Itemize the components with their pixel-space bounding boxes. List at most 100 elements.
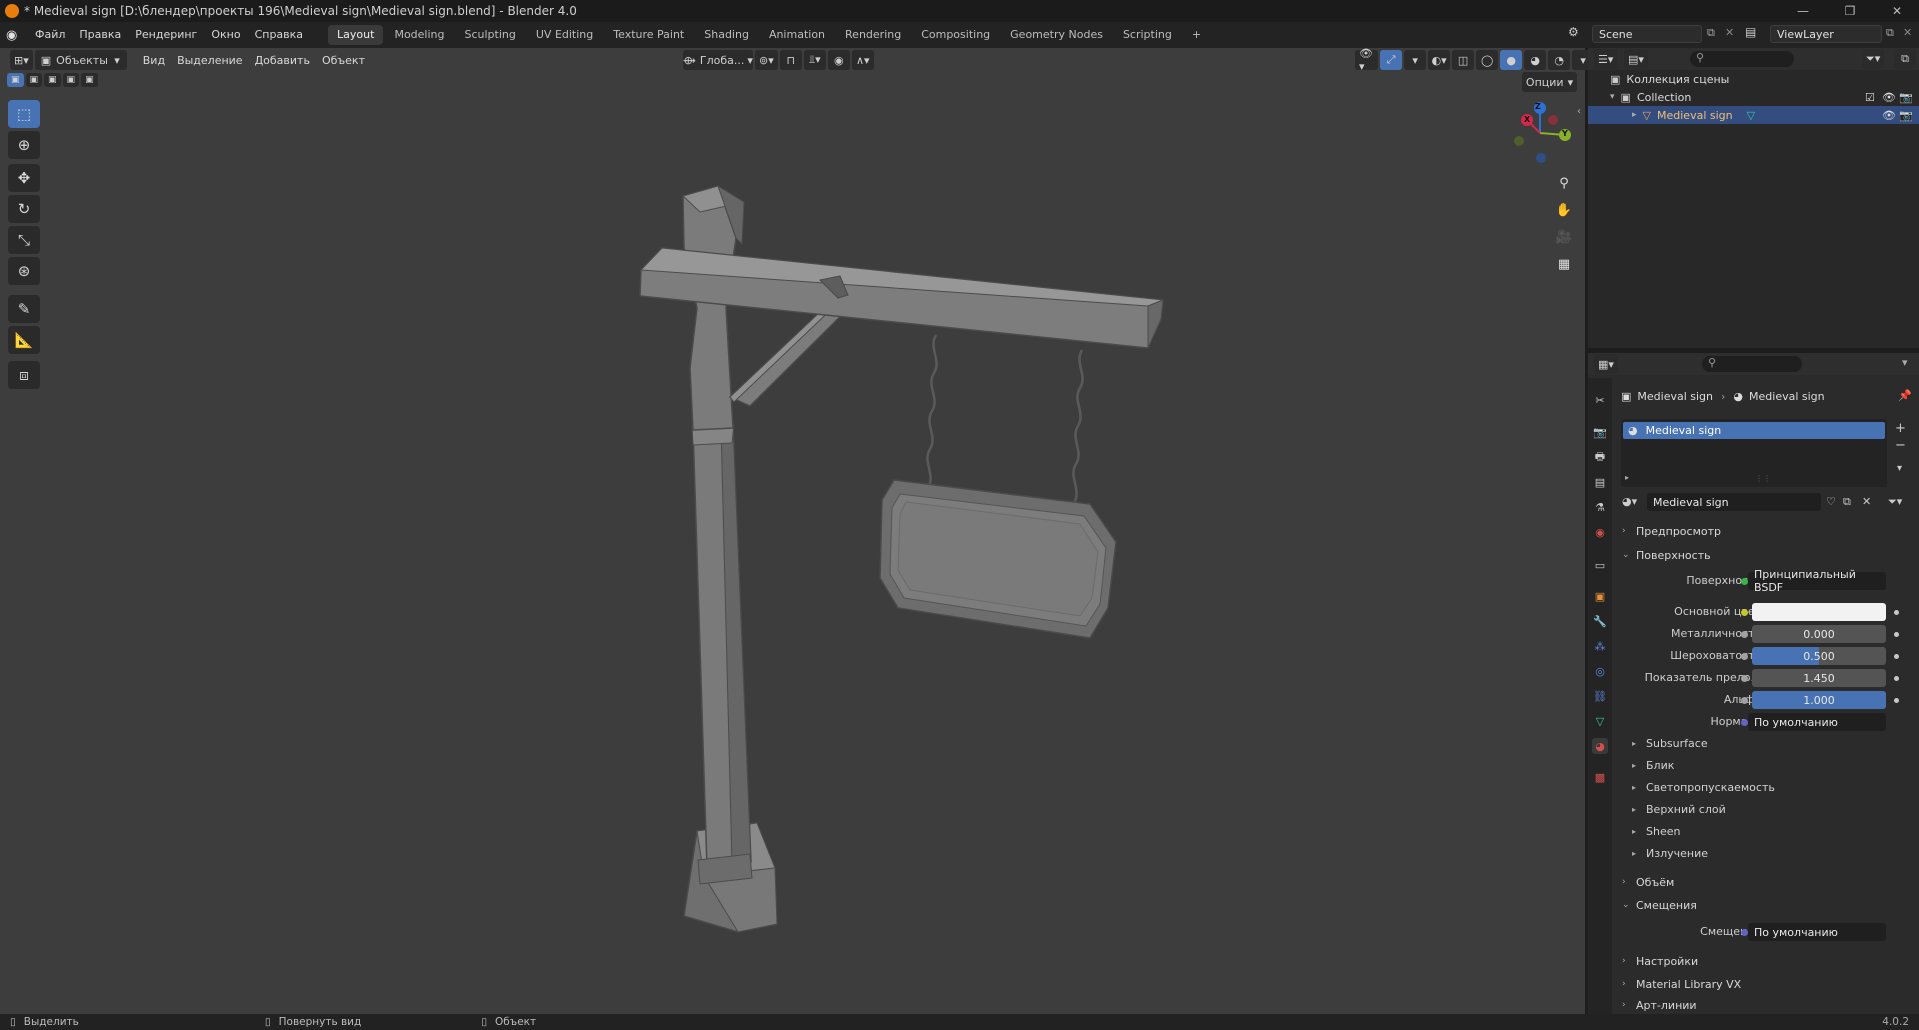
options-dropdown[interactable]: Опции ▾: [1522, 72, 1577, 92]
modifier-tab-icon[interactable]: 🔧: [1592, 613, 1608, 629]
select-subtract-icon[interactable]: ▣: [44, 73, 61, 87]
tab-geometry-nodes[interactable]: Geometry Nodes: [1001, 25, 1112, 45]
physics-tab-icon[interactable]: ◎: [1592, 663, 1608, 679]
checkbox-icon[interactable]: ☑: [1865, 91, 1875, 104]
subpanel-transmission[interactable]: ▸ Светопропускаемость: [1632, 778, 1912, 796]
pin-icon[interactable]: 📌: [1898, 389, 1912, 402]
outliner-row-collection[interactable]: ▾ ▣ Collection ☑ 👁 📷: [1588, 88, 1919, 106]
scene-icon[interactable]: ⚙: [1568, 25, 1579, 39]
editor-type-icon[interactable]: ⊞▾: [10, 50, 33, 70]
maximize-button[interactable]: ❐: [1828, 0, 1872, 22]
outliner-row-scene-collection[interactable]: ▣ Коллекция сцены: [1588, 70, 1919, 88]
keyframe-dot-icon[interactable]: [1894, 698, 1899, 703]
tab-shading[interactable]: Shading: [695, 25, 758, 45]
section-preview[interactable]: › Предпросмотр: [1622, 521, 1914, 541]
move-tool-icon[interactable]: ✥: [8, 164, 40, 192]
menu-help[interactable]: Справка: [248, 22, 310, 48]
object-tab-icon[interactable]: ▣: [1592, 588, 1608, 604]
shader-socket-icon[interactable]: [1741, 578, 1748, 585]
material-tab-icon[interactable]: ◕: [1592, 738, 1608, 754]
menu-select[interactable]: Выделение: [171, 54, 249, 67]
select-extend-icon[interactable]: ▣: [25, 73, 43, 87]
section-settings[interactable]: › Настройки: [1622, 951, 1914, 971]
measure-tool-icon[interactable]: 📐: [8, 326, 40, 354]
filter-icon[interactable]: ⏷▾: [1862, 49, 1885, 69]
subpanel-sheen[interactable]: ▸ Sheen: [1632, 822, 1912, 840]
xray-icon[interactable]: ◫: [1452, 50, 1475, 70]
select-invert-icon[interactable]: ▣: [62, 73, 80, 87]
falloff-icon[interactable]: ∧▾: [851, 50, 874, 70]
cursor-tool-icon[interactable]: ⊕: [8, 131, 40, 159]
new-scene-icon[interactable]: ⧉: [1707, 26, 1715, 40]
section-surface[interactable]: ⌄ Поверхность: [1622, 545, 1914, 565]
close-button[interactable]: ✕: [1875, 0, 1919, 22]
data-tab-icon[interactable]: ▽: [1592, 713, 1608, 729]
remove-slot-icon[interactable]: −: [1895, 438, 1906, 453]
keyframe-dot-icon[interactable]: [1894, 676, 1899, 681]
medieval-sign-model[interactable]: [0, 48, 1585, 1014]
vector-socket-icon[interactable]: [1741, 719, 1748, 726]
expand-chevron-icon[interactable]: ▾: [1610, 92, 1615, 102]
add-workspace-button[interactable]: +: [1183, 25, 1210, 45]
tab-modeling[interactable]: Modeling: [385, 25, 453, 45]
perspective-grid-icon[interactable]: ▦: [1552, 252, 1576, 276]
base-color-swatch[interactable]: [1752, 603, 1886, 621]
view-layer-selector[interactable]: ViewLayer: [1770, 25, 1882, 43]
tool-tab-icon[interactable]: ✂: [1592, 392, 1608, 408]
delete-scene-icon[interactable]: ✕: [1725, 26, 1734, 39]
color-socket-icon[interactable]: [1741, 609, 1748, 616]
world-tab-icon[interactable]: ◉: [1592, 524, 1608, 540]
section-displacement[interactable]: ⌄ Смещения: [1622, 895, 1914, 915]
tab-uv-editing[interactable]: UV Editing: [527, 25, 602, 45]
properties-search-input[interactable]: ⚲: [1702, 356, 1802, 372]
overlay-icon[interactable]: ◐▾: [1428, 50, 1451, 70]
subpanel-subsurface[interactable]: ▸ Subsurface: [1632, 734, 1912, 752]
view-layer-icon[interactable]: ▤: [1745, 25, 1756, 39]
scene-selector[interactable]: Scene: [1592, 25, 1702, 43]
normal-field[interactable]: По умолчанию: [1748, 713, 1886, 731]
resize-handle-icon[interactable]: ⋮⋮: [1755, 474, 1771, 483]
tab-compositing[interactable]: Compositing: [912, 25, 999, 45]
chevron-down-icon[interactable]: ▾: [1902, 356, 1908, 369]
section-material-library[interactable]: › Material Library VX: [1622, 974, 1914, 994]
expand-chevron-icon[interactable]: ▸: [1632, 110, 1637, 120]
menu-window[interactable]: Окно: [204, 22, 247, 48]
menu-view[interactable]: Вид: [137, 54, 171, 67]
section-lineart[interactable]: › Арт-линии: [1622, 996, 1914, 1014]
subpanel-specular[interactable]: ▸ Блик: [1632, 756, 1912, 774]
slot-menu-icon[interactable]: ▾: [1897, 463, 1902, 474]
tab-sculpting[interactable]: Sculpting: [456, 25, 525, 45]
tab-layout[interactable]: Layout: [328, 25, 384, 45]
camera-icon[interactable]: 📷: [1899, 109, 1913, 122]
add-cube-tool-icon[interactable]: ⧈: [8, 361, 40, 389]
properties-editor-type-icon[interactable]: ▦▾: [1594, 354, 1618, 374]
material-slot-row[interactable]: ◕ Medieval sign: [1623, 422, 1885, 439]
tab-texture-paint[interactable]: Texture Paint: [604, 25, 693, 45]
keyframe-dot-icon[interactable]: [1894, 610, 1899, 615]
material-filter-icon[interactable]: ⏷▾: [1888, 495, 1902, 509]
tab-animation[interactable]: Animation: [760, 25, 834, 45]
transform-orientation-selector[interactable]: ⟴ Глоба... ▾: [683, 50, 753, 70]
ior-field[interactable]: 1.450: [1752, 669, 1886, 687]
eye-icon[interactable]: 👁: [1882, 109, 1896, 122]
menu-object[interactable]: Объект: [316, 54, 371, 67]
browse-material-icon[interactable]: ◕▾: [1622, 495, 1637, 508]
fake-user-icon[interactable]: ♡: [1826, 495, 1836, 508]
material-name-field[interactable]: Medieval sign: [1647, 493, 1821, 511]
metallic-field[interactable]: 0.000: [1752, 625, 1886, 643]
surface-shader-field[interactable]: Принципиальный BSDF: [1748, 568, 1886, 594]
camera-icon[interactable]: 📷: [1899, 91, 1913, 104]
sidebar-toggle-icon[interactable]: ‹: [1577, 106, 1581, 117]
tab-rendering[interactable]: Rendering: [836, 25, 910, 45]
select-intersect-icon[interactable]: ▣: [81, 73, 98, 87]
displacement-field[interactable]: По умолчанию: [1748, 923, 1886, 941]
menu-file[interactable]: Файл: [28, 22, 72, 48]
camera-view-icon[interactable]: 🎥: [1552, 225, 1576, 249]
proportional-edit-icon[interactable]: ◉: [827, 50, 850, 70]
particles-tab-icon[interactable]: ⁂: [1592, 638, 1608, 654]
mode-selector[interactable]: ▣ Объекты ▾: [34, 50, 127, 70]
eye-icon[interactable]: 👁: [1882, 91, 1896, 104]
expand-chevron-icon[interactable]: ▸: [1625, 473, 1629, 482]
section-volume[interactable]: › Объём: [1622, 872, 1914, 892]
minimize-button[interactable]: —: [1781, 0, 1825, 22]
